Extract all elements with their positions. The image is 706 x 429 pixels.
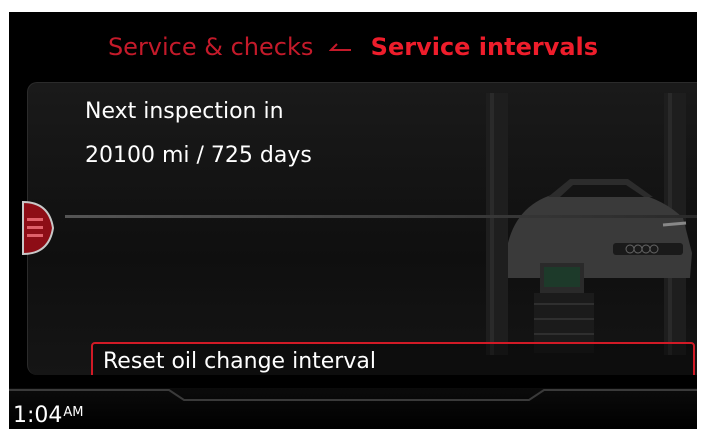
clock-ampm: AM bbox=[63, 405, 84, 420]
reset-oil-change-button[interactable]: Reset oil change interval bbox=[91, 342, 695, 375]
status-bar bbox=[9, 388, 697, 429]
divider bbox=[65, 215, 697, 218]
infotainment-screen: Service & checks Service intervals Next … bbox=[9, 12, 697, 429]
inspection-label: Next inspection in bbox=[85, 99, 284, 124]
page-title: Service intervals bbox=[370, 33, 599, 61]
content-panel: Next inspection in 20100 mi / 725 days R… bbox=[27, 82, 697, 375]
car-on-lift-image bbox=[478, 93, 697, 375]
back-arrow-icon bbox=[328, 13, 355, 83]
clock-time: 1:04 bbox=[13, 403, 63, 428]
breadcrumb-parent[interactable]: Service & checks bbox=[108, 33, 313, 61]
side-menu-handle-icon[interactable] bbox=[19, 198, 61, 258]
clock: 1:04AM bbox=[13, 403, 84, 428]
breadcrumb: Service & checks Service intervals bbox=[9, 12, 697, 80]
inspection-value: 20100 mi / 725 days bbox=[85, 143, 312, 168]
